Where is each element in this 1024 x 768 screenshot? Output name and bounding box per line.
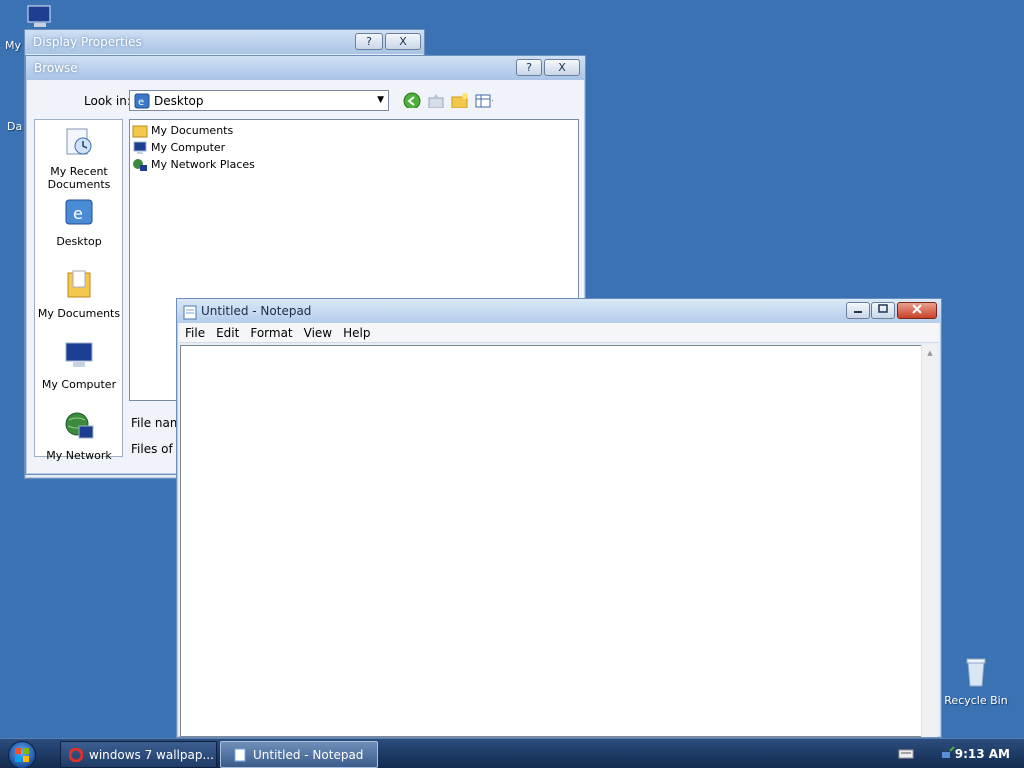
maximize-button[interactable] <box>871 302 895 319</box>
places-bar: My Recent Documents e Desktop My Documen… <box>34 119 123 462</box>
place-label: Desktop <box>56 235 102 248</box>
close-icon <box>912 304 922 314</box>
look-in-label: Look in: <box>84 94 131 108</box>
place-my-network[interactable]: My Network <box>35 410 123 462</box>
network-globe-icon <box>133 158 147 171</box>
close-button[interactable]: X <box>544 59 580 76</box>
scroll-up-icon[interactable]: ▲ <box>922 349 938 357</box>
notepad-icon <box>234 748 246 761</box>
place-my-recent-documents[interactable]: My Recent Documents <box>35 126 123 191</box>
opera-icon <box>69 747 83 762</box>
place-label: My Recent Documents <box>47 165 111 191</box>
notepad-window[interactable]: Untitled - Notepad File Edit Format View Hel… <box>176 298 942 738</box>
folder-icon <box>67 270 91 298</box>
place-my-documents[interactable]: My Documents <box>35 268 123 320</box>
desktop-icon-recycle-bin[interactable]: Recycle Bin <box>940 656 1012 712</box>
minimize-icon <box>854 311 862 313</box>
keyboard-icon[interactable] <box>898 748 914 760</box>
menu-view[interactable]: View <box>298 323 337 340</box>
window-title: Display Properties <box>33 35 142 49</box>
up-folder-icon[interactable] <box>427 92 445 108</box>
window-title: Untitled - Notepad <box>201 304 312 318</box>
menu-help[interactable]: Help <box>337 323 375 340</box>
computer-icon <box>65 342 93 367</box>
file-item-my-documents[interactable]: My Documents <box>132 122 233 139</box>
svg-text:e: e <box>138 97 144 108</box>
file-item-label: My Computer <box>151 141 226 154</box>
back-icon[interactable] <box>403 92 421 108</box>
maximize-icon <box>878 304 888 313</box>
window-title: Browse <box>34 61 78 75</box>
notepad-icon <box>183 305 197 320</box>
place-desktop[interactable]: e Desktop <box>35 196 123 248</box>
text-editor[interactable] <box>180 345 938 737</box>
desktop-icon: e <box>65 199 93 225</box>
menu-format[interactable]: Format <box>244 323 297 340</box>
windows-logo-icon <box>15 748 29 762</box>
computer-icon <box>133 141 147 154</box>
file-item-my-network-places[interactable]: My Network Places <box>132 156 255 173</box>
network-globe-icon <box>65 412 94 439</box>
desktop-icon-label: My <box>5 39 22 52</box>
file-item-label: My Documents <box>151 124 234 137</box>
place-label: My Computer <box>41 378 117 391</box>
computer-icon <box>27 5 51 27</box>
place-my-computer[interactable]: My Computer <box>35 339 123 391</box>
recent-documents-icon <box>66 128 92 155</box>
place-label: My Documents <box>37 307 121 320</box>
network-icon[interactable] <box>940 745 956 761</box>
menu-file[interactable]: File <box>179 323 210 340</box>
help-button[interactable]: ? <box>355 33 383 50</box>
new-folder-icon[interactable] <box>451 92 469 108</box>
chevron-down-icon[interactable]: ▼ <box>377 95 384 105</box>
start-button[interactable] <box>8 741 36 768</box>
close-button[interactable]: X <box>385 33 421 50</box>
taskbar-button-label: Untitled - Notepad <box>253 747 364 762</box>
taskbar: windows 7 wallpap... Untitled - Notepad … <box>0 738 1024 768</box>
recycle-bin-icon <box>966 658 986 687</box>
close-button[interactable] <box>897 302 937 319</box>
taskbar-button-opera[interactable]: windows 7 wallpap... <box>60 741 217 768</box>
titlebar[interactable]: Display Properties ? X <box>25 30 424 54</box>
minimize-button[interactable] <box>846 302 870 319</box>
folder-icon <box>132 125 148 137</box>
taskbar-button-label: windows 7 wallpap... <box>89 747 214 762</box>
place-label: My Network <box>46 449 112 462</box>
titlebar[interactable]: Browse ? X <box>26 56 585 80</box>
desktop-icon: e <box>134 93 150 109</box>
clock[interactable]: 9:13 AM <box>955 747 1010 761</box>
desktop-icon-label: Recycle Bin <box>944 694 1008 707</box>
look-in-value: Desktop <box>154 94 204 108</box>
help-button[interactable]: ? <box>516 59 542 76</box>
taskbar-button-notepad[interactable]: Untitled - Notepad <box>220 741 378 768</box>
desktop-icon-label-partial[interactable]: Da <box>7 120 22 133</box>
look-in-combo[interactable]: e Desktop ▼ <box>129 90 389 111</box>
file-item-my-computer[interactable]: My Computer <box>132 139 225 156</box>
file-item-label: My Network Places <box>151 158 255 171</box>
vertical-scrollbar[interactable]: ▲ <box>921 345 938 737</box>
menu-edit[interactable]: Edit <box>210 323 244 340</box>
titlebar[interactable]: Untitled - Notepad <box>177 299 941 323</box>
svg-text:e: e <box>73 204 83 223</box>
menu-bar: File Edit Format View Help <box>179 323 939 343</box>
view-menu-icon[interactable] <box>475 92 493 108</box>
